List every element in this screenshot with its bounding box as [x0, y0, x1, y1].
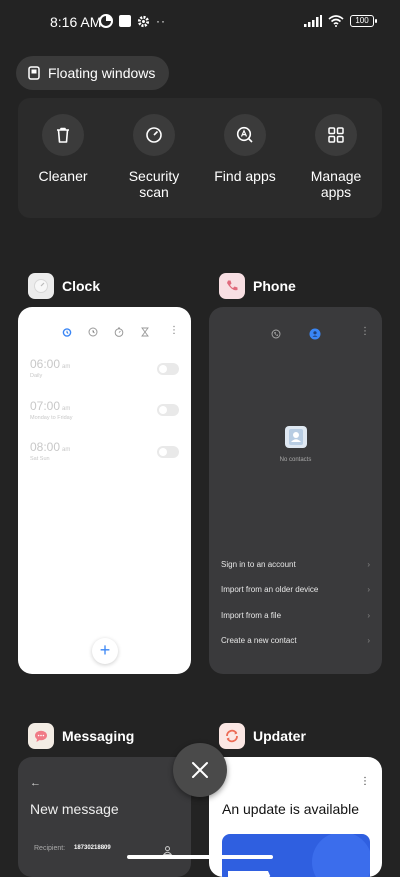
battery-indicator: 100 [350, 15, 377, 27]
cleaner-label: Cleaner [38, 168, 88, 184]
alarm-time: 06:00 [30, 357, 61, 371]
status-notification-icons: ·· [99, 14, 166, 28]
recipient-label: Recipient: [34, 845, 66, 852]
updater-app-icon [219, 723, 245, 749]
clock-tab-bar [62, 327, 150, 337]
more-dots-icon: ·· [156, 14, 166, 28]
chevron-right-icon: › [367, 611, 370, 620]
gesture-home-bar[interactable] [127, 855, 273, 859]
world-clock-tab-icon[interactable] [88, 327, 98, 337]
recipient-value[interactable]: 18730218809 [74, 845, 111, 851]
contacts-empty-icon [285, 426, 307, 448]
chevron-right-icon: › [367, 636, 370, 645]
timer-tab-icon[interactable] [140, 327, 150, 337]
manage-apps-button[interactable]: Manage apps [294, 114, 378, 200]
data-saver-icon [99, 14, 113, 28]
alarm-row[interactable]: 06:00 am Daily [30, 357, 70, 379]
trash-icon [57, 127, 69, 143]
alarm-time: 07:00 [30, 399, 61, 413]
alarm-period: am [62, 406, 71, 412]
update-available-title: An update is available [222, 801, 359, 817]
sign-in-account-option[interactable]: Sign in to an account › [221, 560, 370, 569]
find-apps-label: Find apps [214, 168, 276, 184]
alarm-repeat: Sat Sun [30, 456, 50, 462]
updater-app-header[interactable]: Updater [219, 723, 306, 749]
alarm-toggle[interactable] [157, 363, 179, 375]
signal-icon [304, 15, 322, 27]
messaging-app-card[interactable]: ← New message Recipient: 18730218809 [18, 757, 191, 877]
alarm-repeat: Monday to Friday [30, 415, 73, 421]
create-contact-option[interactable]: Create a new contact › [221, 636, 370, 645]
back-arrow-icon[interactable]: ← [30, 777, 41, 789]
find-apps-icon [236, 126, 253, 143]
option-label: Import from a file [221, 611, 282, 620]
alarm-period: am [62, 364, 71, 370]
call-log-tab-icon[interactable] [271, 329, 281, 339]
phone-app-card[interactable]: ⋮ No contacts Sign in to an account › Imp… [209, 307, 382, 674]
alarm-period: am [62, 447, 71, 453]
security-scan-label: Security scan [128, 168, 180, 200]
more-options-icon[interactable]: ⋮ [169, 326, 179, 336]
contacts-tab-icon[interactable] [309, 328, 321, 340]
updater-app-name: Updater [253, 728, 306, 744]
import-file-option[interactable]: Import from a file › [221, 611, 370, 620]
manage-apps-label: Manage apps [310, 168, 362, 200]
messaging-app-header[interactable]: Messaging [28, 723, 134, 749]
square-notification-icon [119, 15, 131, 27]
more-options-icon[interactable]: ⋮ [360, 327, 370, 337]
chevron-right-icon: › [367, 560, 370, 569]
messaging-app-name: Messaging [62, 728, 135, 744]
close-icon [192, 762, 208, 778]
messaging-app-icon [28, 723, 54, 749]
find-apps-button[interactable]: Find apps [203, 114, 287, 184]
no-contacts-text: No contacts [279, 457, 312, 463]
alarm-repeat: Daily [30, 373, 43, 379]
new-message-title: New message [30, 801, 119, 817]
import-older-device-option[interactable]: Import from an older device › [221, 585, 370, 594]
option-label: Sign in to an account [221, 560, 296, 569]
option-label: Import from an older device [221, 585, 319, 594]
alarm-row[interactable]: 07:00 am Monday to Friday [30, 399, 73, 421]
floating-window-icon [28, 66, 40, 80]
floating-windows-button[interactable]: Floating windows [16, 56, 170, 90]
security-scan-icon [146, 127, 162, 143]
security-scan-button[interactable]: Security scan [112, 114, 196, 200]
chevron-right-icon: › [367, 585, 370, 594]
phone-app-header[interactable]: Phone [219, 273, 296, 299]
stopwatch-tab-icon[interactable] [114, 327, 124, 337]
alarm-time: 08:00 [30, 440, 61, 454]
clock-app-header[interactable]: Clock [28, 273, 100, 299]
phone-app-name: Phone [253, 278, 296, 294]
phone-app-icon [219, 273, 245, 299]
alarm-row[interactable]: 08:00 am Sat Sun [30, 440, 70, 462]
floating-windows-label: Floating windows [48, 65, 156, 81]
alarm-toggle[interactable] [157, 404, 179, 416]
option-label: Create a new contact [221, 636, 297, 645]
quick-actions-panel: Cleaner Security scan Find apps Manage a… [18, 98, 382, 218]
clock-app-name: Clock [62, 278, 101, 294]
cleaner-button[interactable]: Cleaner [21, 114, 105, 184]
wifi-icon [328, 15, 344, 27]
updater-app-card[interactable]: ⋮ An update is available [209, 757, 382, 877]
alarm-toggle[interactable] [157, 446, 179, 458]
clock-app-icon [28, 273, 54, 299]
add-alarm-button[interactable]: + [92, 638, 118, 664]
status-time: 8:16 AM [50, 14, 102, 30]
manage-apps-icon [328, 127, 344, 143]
phone-tab-bar [271, 328, 321, 340]
clock-app-card[interactable]: ⋮ 06:00 am Daily 07:00 am Monday to Friday… [18, 307, 191, 674]
gear-icon [137, 15, 150, 27]
more-options-icon[interactable]: ⋮ [360, 777, 370, 787]
status-right-icons: 100 [304, 15, 377, 27]
alarm-tab-icon[interactable] [62, 327, 72, 337]
clear-all-recents-button[interactable] [173, 743, 227, 797]
